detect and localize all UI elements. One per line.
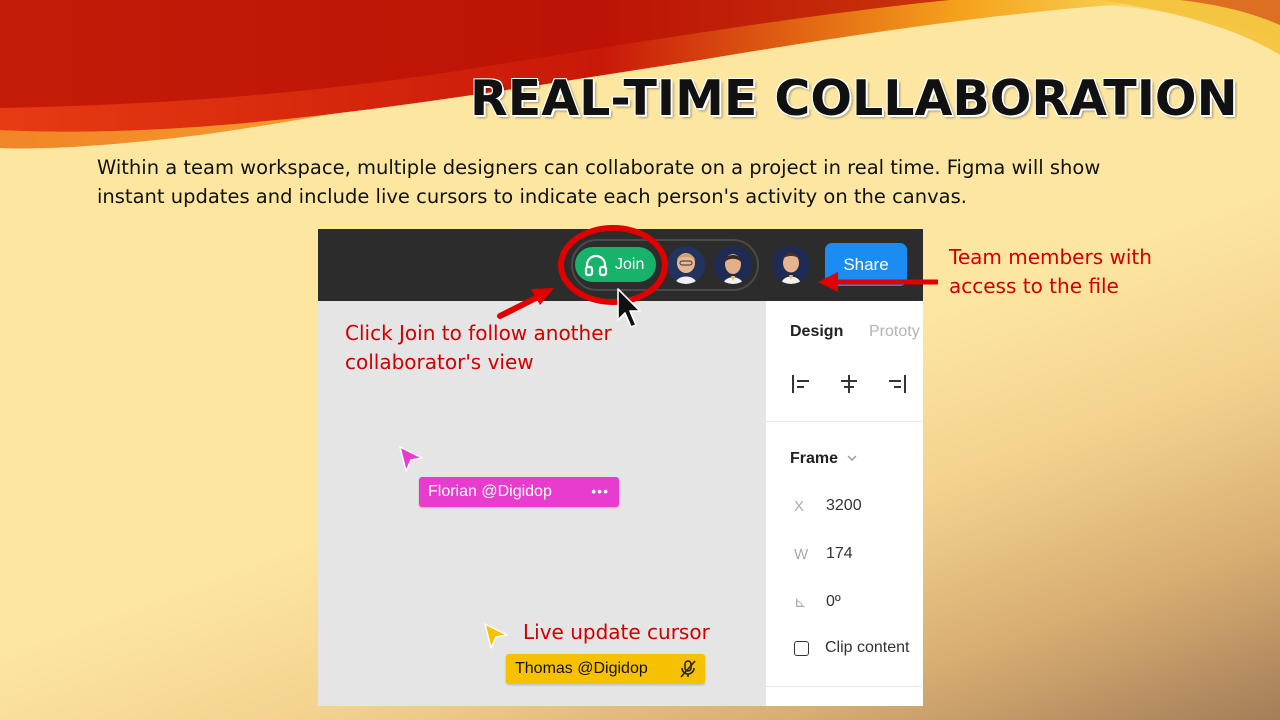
avatar-1[interactable] <box>667 246 705 284</box>
avatar-2[interactable] <box>714 246 752 284</box>
headphones-icon <box>584 254 608 276</box>
florian-cursor-name: Florian @Digidop <box>428 483 552 500</box>
team-annotation-line-1: Team members with <box>949 245 1152 269</box>
x-value[interactable]: 3200 <box>826 497 862 515</box>
thomas-cursor-tag: Thomas @Digidop <box>506 654 705 684</box>
avatar-3[interactable] <box>772 246 810 284</box>
cursor-annotation: Live update cursor <box>523 620 710 644</box>
join-button[interactable]: Join <box>575 247 656 282</box>
florian-cursor-icon <box>399 446 423 472</box>
thomas-cursor-name: Thomas @Digidop <box>515 660 648 677</box>
figma-toolbar: Join Share <box>318 229 923 301</box>
rotation-icon: ⊾ <box>794 594 807 611</box>
more-icon[interactable]: ••• <box>591 483 609 499</box>
w-label: W <box>794 546 809 563</box>
description-line-1: Within a team workspace, multiple design… <box>97 156 1101 179</box>
align-right-icon[interactable] <box>886 373 908 395</box>
rotation-value[interactable]: 0º <box>826 593 841 611</box>
panel-divider <box>766 421 923 422</box>
clip-content-label: Clip content <box>825 639 910 656</box>
florian-cursor-tag: Florian @Digidop ••• <box>419 477 619 507</box>
frame-title-text: Frame <box>790 450 839 467</box>
team-annotation: Team members with access to the file <box>949 243 1152 301</box>
join-label: Join <box>615 255 645 273</box>
share-button[interactable]: Share <box>825 243 907 286</box>
join-annotation: Click Join to follow another collaborato… <box>345 319 612 377</box>
mic-muted-icon[interactable] <box>679 659 697 679</box>
slide-title: REAL-TIME COLLABORATION <box>470 70 1238 127</box>
avatar-3-portrait <box>772 246 810 284</box>
frame-section-title[interactable]: Frame <box>790 450 858 468</box>
chevron-down-icon <box>847 455 857 461</box>
panel-divider-bottom <box>766 686 923 687</box>
clip-content-checkbox[interactable] <box>794 641 809 656</box>
align-left-icon[interactable] <box>790 373 812 395</box>
tab-design[interactable]: Design <box>790 323 843 341</box>
avatar-1-portrait <box>667 246 705 284</box>
team-annotation-line-2: access to the file <box>949 274 1119 298</box>
description-line-2: instant updates and include live cursors… <box>97 185 967 208</box>
slide-description: Within a team workspace, multiple design… <box>97 153 1217 211</box>
join-annotation-line-2: collaborator's view <box>345 350 534 374</box>
properties-panel: Design Prototy Frame X 3200 W 174 ⊾ 0º C… <box>765 301 923 706</box>
thomas-cursor-icon <box>484 623 508 649</box>
tab-prototype[interactable]: Prototy <box>869 323 920 341</box>
join-annotation-line-1: Click Join to follow another <box>345 321 612 345</box>
avatar-2-portrait <box>714 246 752 284</box>
x-label: X <box>794 498 805 515</box>
w-value[interactable]: 174 <box>826 545 853 563</box>
align-center-icon[interactable] <box>838 373 860 395</box>
